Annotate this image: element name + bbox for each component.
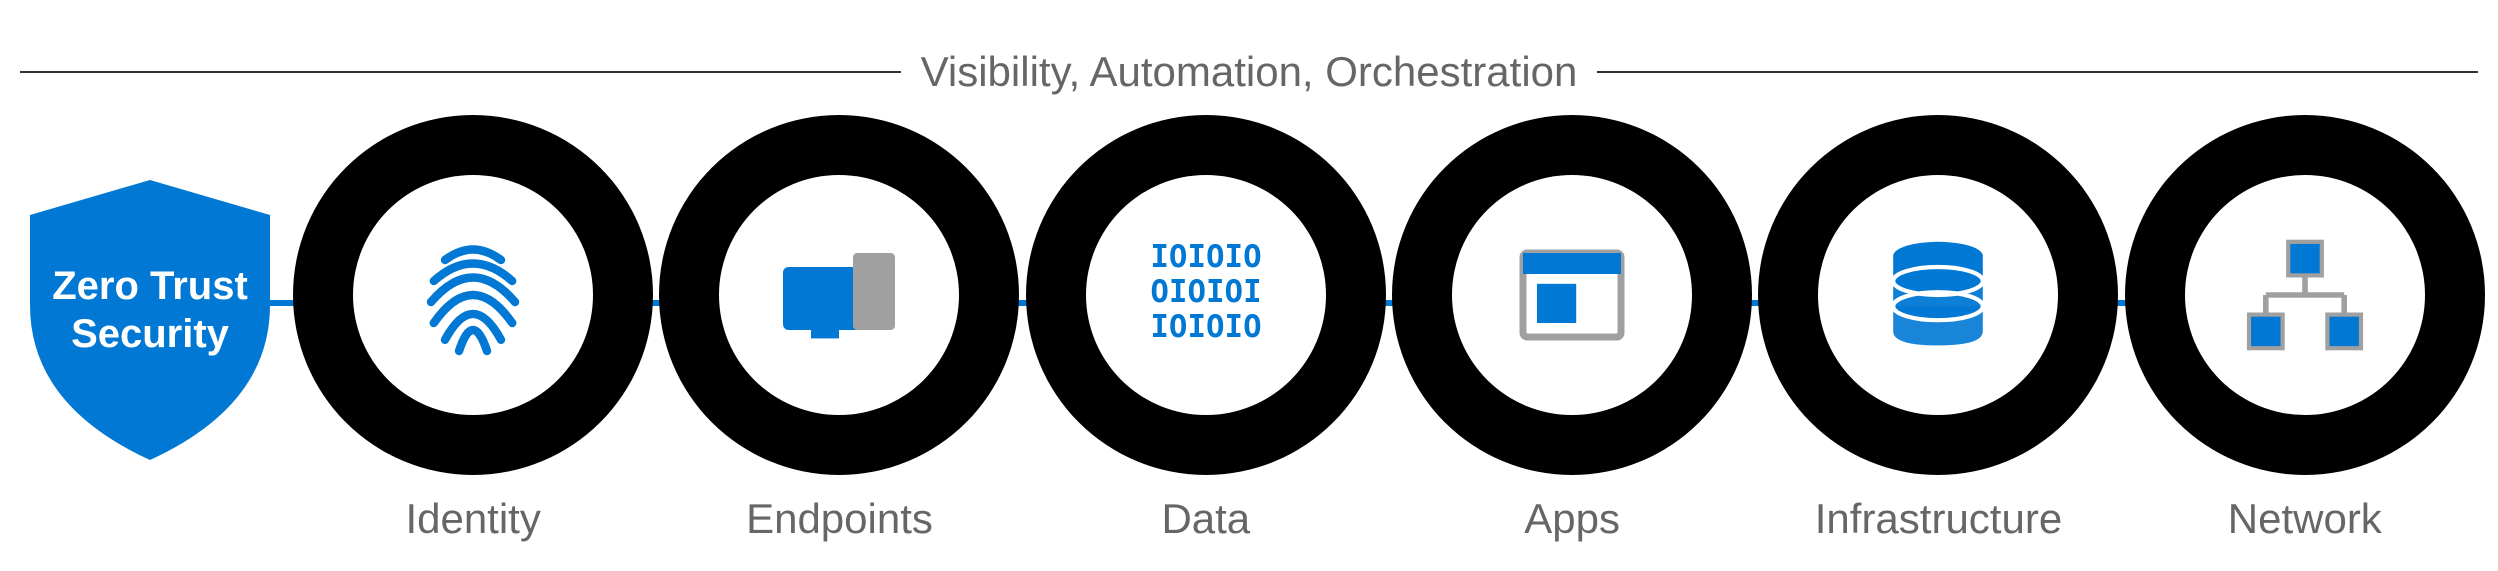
pillar-data: IOIOIO OIOIOI IOIOIO Data: [1026, 115, 1386, 543]
pillar-network: Network: [2125, 115, 2485, 543]
pillar-label: Infrastructure: [1815, 495, 2062, 543]
devices-icon: [769, 225, 909, 365]
svg-text:IOIOIO: IOIOIO: [1150, 309, 1261, 345]
pillar-circle: [2125, 115, 2485, 475]
shield-label-line1: Zero Trust: [52, 262, 248, 310]
shield-label-line2: Security: [52, 310, 248, 358]
pillar-circle-inner: [2185, 175, 2425, 415]
pillar-circle: [1758, 115, 2118, 475]
pillar-label: Apps: [1524, 495, 1620, 543]
pillar-label: Data: [1161, 495, 1250, 543]
svg-text:OIOIOI: OIOIOI: [1150, 274, 1261, 310]
pillar-circle-inner: [719, 175, 959, 415]
pillar-apps: Apps: [1392, 115, 1752, 543]
shield-container: Zero Trust Security: [20, 175, 280, 465]
zero-trust-shield: Zero Trust Security: [20, 175, 280, 465]
pillar-circle-inner: IOIOIO OIOIOI IOIOIO: [1086, 175, 1326, 415]
binary-data-icon: IOIOIO OIOIOI IOIOIO: [1136, 225, 1276, 365]
database-icon: [1868, 225, 2008, 365]
pillar-endpoints: Endpoints: [659, 115, 1019, 543]
header-line-left: [20, 71, 901, 73]
svg-text:IOIOIO: IOIOIO: [1150, 239, 1261, 275]
network-nodes-icon: [2235, 225, 2375, 365]
pillar-circle: [1392, 115, 1752, 475]
header-divider: Visibility, Automation, Orchestration: [20, 48, 2478, 96]
pillar-label: Network: [2228, 495, 2382, 543]
header-title: Visibility, Automation, Orchestration: [921, 48, 1578, 96]
pillar-circle: [659, 115, 1019, 475]
pillar-label: Endpoints: [746, 495, 933, 543]
pillar-circle: IOIOIO OIOIOI IOIOIO: [1026, 115, 1386, 475]
fingerprint-icon: [403, 225, 543, 365]
shield-label: Zero Trust Security: [52, 262, 248, 358]
pillar-identity: Identity: [293, 115, 653, 543]
pillar-infrastructure: Infrastructure: [1758, 115, 2118, 543]
pillar-circle-inner: [1452, 175, 1692, 415]
pillar-circle: [293, 115, 653, 475]
pillar-circle-inner: [1818, 175, 2058, 415]
pillar-label: Identity: [405, 495, 540, 543]
header-line-right: [1597, 71, 2478, 73]
app-window-icon: [1502, 225, 1642, 365]
pillars-row: Identity Endpoints IOIOIO OIOIOI IOIOIO: [290, 115, 2488, 543]
pillar-circle-inner: [353, 175, 593, 415]
